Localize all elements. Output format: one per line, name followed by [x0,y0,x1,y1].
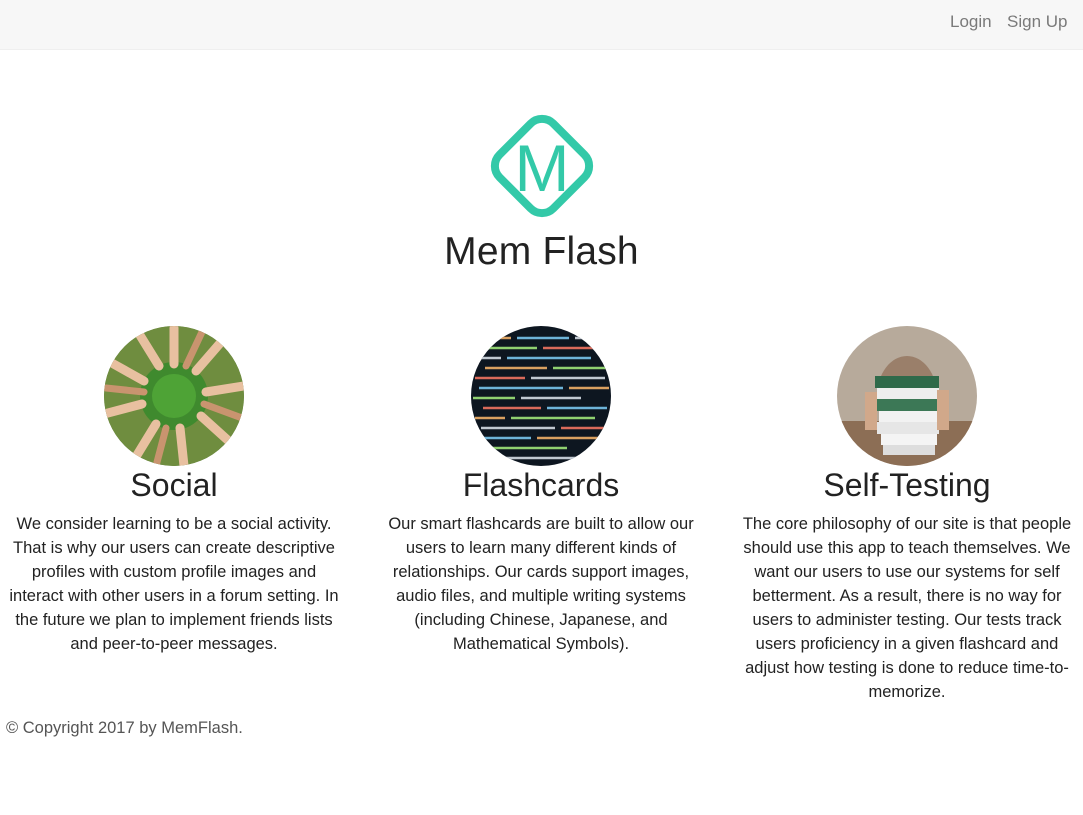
site-title: Mem Flash [444,230,639,273]
code-screen-image [471,326,611,466]
social-image [104,326,244,466]
feature-text-flashcards: Our smart flashcards are built to allow … [388,515,694,653]
feature-text-self-testing: The core philosophy of our site is that … [742,515,1072,701]
feature-title-social: Social [130,467,218,503]
logo-letter: M [515,131,570,205]
flashcards-image [471,326,611,466]
book-stack-image [837,326,977,466]
login-link[interactable]: Login [950,12,992,32]
feature-self-testing: Self-Testing The core philosophy of our … [732,326,1082,704]
footer-copyright: © Copyright 2017 by MemFlash. [6,719,243,737]
hands-circle-image [104,326,244,466]
self-testing-image [837,326,977,466]
signup-link[interactable]: Sign Up [1007,12,1067,32]
top-navbar: Login Sign Up [0,0,1083,50]
feature-title-self-testing: Self-Testing [823,467,991,503]
memflash-logo: M [479,103,605,229]
feature-text-social: We consider learning to be a social acti… [9,515,339,653]
feature-social: Social We consider learning to be a soci… [0,326,349,656]
feature-flashcards: Flashcards Our smart flashcards are buil… [366,326,716,656]
logo-diamond-icon: M [490,114,594,218]
feature-title-flashcards: Flashcards [462,467,620,503]
